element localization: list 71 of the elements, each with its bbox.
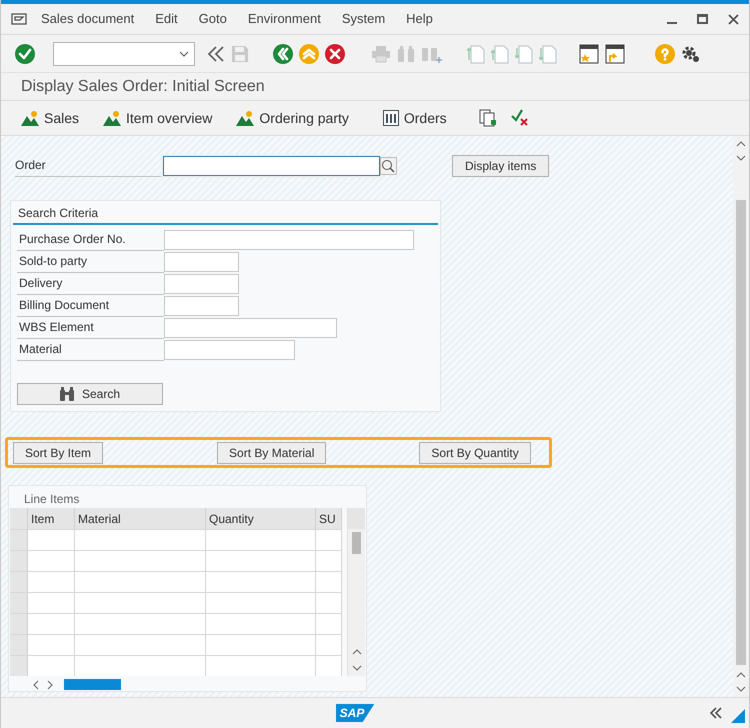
last-page-icon[interactable] <box>539 44 557 64</box>
sap-logo: SAP <box>336 704 374 722</box>
input-field[interactable] <box>164 296 239 316</box>
chevron-down-icon[interactable] <box>736 685 746 693</box>
mountain-icon <box>236 110 254 126</box>
check-cross-icon[interactable] <box>510 109 529 127</box>
scroll-thumb[interactable] <box>736 200 746 665</box>
exit-icon[interactable] <box>299 44 319 64</box>
toolbar-button[interactable]: Ordering party <box>236 108 349 128</box>
display-items-button[interactable]: Display items <box>452 155 550 177</box>
toolbar-button[interactable]: Item overview <box>103 108 212 128</box>
printer-icon <box>371 44 391 62</box>
screen-title: Display Sales Order: Initial Screen <box>21 76 265 96</box>
chevron-down-icon[interactable] <box>736 154 746 162</box>
shortcut-window-icon[interactable] <box>605 44 625 64</box>
column-header[interactable]: Quantity <box>206 508 316 529</box>
sort-button[interactable]: Sort By Quantity <box>419 442 531 464</box>
sort-button[interactable]: Sort By Item <box>13 442 104 464</box>
sort-button[interactable]: Sort By Material <box>217 442 326 464</box>
toolbar-button[interactable]: Orders <box>382 108 447 128</box>
scroll-thumb[interactable] <box>352 532 361 554</box>
chevron-right-icon[interactable] <box>46 680 54 690</box>
menu-icon[interactable] <box>11 13 27 25</box>
resize-grip-icon[interactable] <box>731 709 745 723</box>
input-field[interactable] <box>164 274 239 294</box>
scroll-thumb[interactable] <box>64 679 121 690</box>
menu-item[interactable]: Sales document <box>41 9 134 29</box>
mountain-icon <box>103 110 122 126</box>
chevron-up-icon[interactable] <box>736 671 746 679</box>
column-header[interactable]: Item <box>28 508 75 529</box>
double-chevron-left-icon[interactable] <box>207 46 225 62</box>
input-field[interactable] <box>164 340 295 360</box>
input-field[interactable] <box>164 318 337 338</box>
order-field[interactable] <box>163 156 380 176</box>
help-icon[interactable] <box>655 44 675 64</box>
next-page-icon[interactable] <box>515 44 533 64</box>
first-page-icon[interactable] <box>467 44 485 64</box>
menu-item[interactable]: System <box>342 9 386 29</box>
confirm-icon[interactable] <box>15 44 35 64</box>
menu-item[interactable]: Environment <box>248 9 321 29</box>
search-button[interactable]: Search <box>17 383 163 405</box>
save-icon <box>231 44 249 62</box>
command-field[interactable] <box>53 42 195 66</box>
table-icon <box>382 110 399 126</box>
settings-icon[interactable] <box>681 44 701 64</box>
column-header[interactable]: Material <box>75 508 206 529</box>
column-header[interactable]: SU <box>316 508 342 529</box>
chevron-up-icon[interactable] <box>736 140 746 148</box>
mountain-icon <box>21 110 39 126</box>
chevron-down-icon[interactable] <box>352 664 362 672</box>
vertical-scrollbar[interactable] <box>347 508 365 676</box>
search-help-icon[interactable] <box>380 157 397 175</box>
toolbar-button[interactable]: Sales <box>21 108 80 128</box>
menu-item[interactable]: Help <box>406 9 433 29</box>
menu-item[interactable]: Edit <box>155 9 178 29</box>
group-title: Search Criteria <box>17 205 100 222</box>
input-field[interactable] <box>164 230 414 250</box>
document-list-icon[interactable] <box>478 109 497 127</box>
cancel-icon[interactable] <box>325 44 345 64</box>
new-window-icon[interactable] <box>579 44 599 64</box>
close-icon[interactable] <box>728 14 739 24</box>
input-field[interactable] <box>164 252 239 272</box>
back-icon[interactable] <box>273 44 293 64</box>
group-title: Line Items <box>23 491 80 508</box>
previous-page-icon[interactable] <box>491 44 509 64</box>
maximize-icon[interactable] <box>697 14 708 24</box>
double-chevron-left-icon[interactable] <box>709 707 723 719</box>
menu-item[interactable]: Goto <box>198 9 227 29</box>
chevron-down-icon <box>179 50 189 56</box>
chevron-up-icon[interactable] <box>352 648 362 656</box>
chevron-left-icon[interactable] <box>32 680 40 690</box>
